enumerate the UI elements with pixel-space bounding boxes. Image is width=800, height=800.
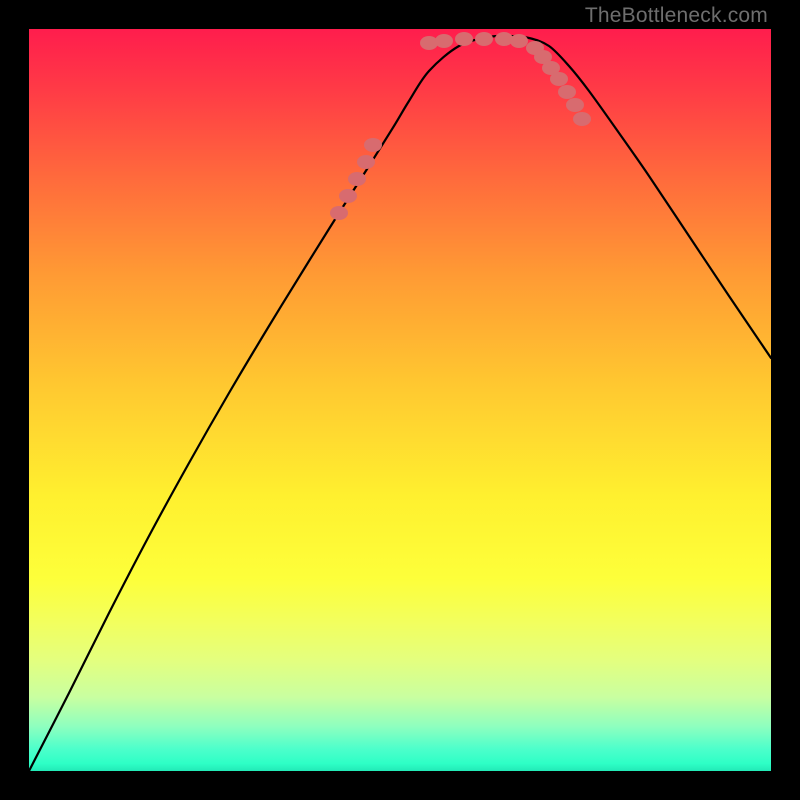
curve-marker bbox=[364, 138, 382, 152]
curve-markers bbox=[330, 32, 591, 220]
curve-marker bbox=[339, 189, 357, 203]
bottleneck-curve bbox=[29, 36, 771, 771]
curve-marker bbox=[558, 85, 576, 99]
curve-marker bbox=[566, 98, 584, 112]
curve-marker bbox=[550, 72, 568, 86]
curve-marker bbox=[510, 34, 528, 48]
curve-marker bbox=[435, 34, 453, 48]
curve-marker bbox=[420, 36, 438, 50]
curve-marker bbox=[573, 112, 591, 126]
curve-marker bbox=[475, 32, 493, 46]
curve-marker bbox=[495, 32, 513, 46]
curve-marker bbox=[455, 32, 473, 46]
chart-plot-area bbox=[29, 29, 771, 771]
curve-marker bbox=[348, 172, 366, 186]
chart-svg bbox=[29, 29, 771, 771]
curve-marker bbox=[330, 206, 348, 220]
watermark-text: TheBottleneck.com bbox=[585, 4, 768, 28]
curve-marker bbox=[357, 155, 375, 169]
